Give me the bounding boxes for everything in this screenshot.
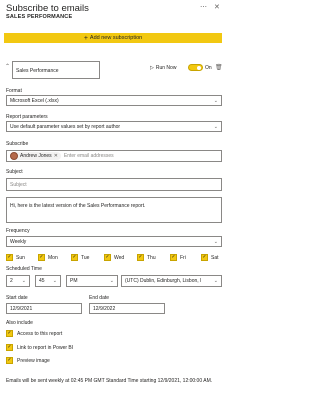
checkbox-checked-icon[interactable]: ✓ [201, 254, 208, 261]
chevron-up-icon[interactable]: ⌃ [5, 63, 10, 70]
subject-input[interactable]: Subject [6, 178, 222, 191]
ampm-value: PM [70, 278, 78, 284]
plus-icon: + [83, 34, 88, 42]
end-date-value: 12/9/2022 [93, 305, 116, 312]
subject-placeholder: Subject [10, 181, 27, 188]
chevron-down-icon: ⌄ [213, 278, 218, 284]
report-parameters-label: Report parameters [6, 114, 48, 120]
hour-select[interactable]: 2 ⌄ [6, 275, 30, 287]
schedule-summary: Emails will be sent weekly at 02:45 PM G… [6, 378, 213, 384]
run-now-label: Run Now [155, 65, 177, 71]
email-input-placeholder[interactable]: Enter email addresses [64, 153, 114, 159]
start-date-input[interactable]: 12/9/2021 [6, 303, 82, 314]
chevron-down-icon: ⌄ [213, 123, 218, 130]
avatar [10, 152, 18, 160]
day-label: Tue [81, 254, 90, 261]
format-value: Microsoft Excel (.xlsx) [10, 97, 59, 104]
chevron-down-icon: ⌄ [213, 97, 218, 104]
chevron-down-icon: ⌄ [213, 238, 218, 245]
timezone-select[interactable]: (UTC) Dublin, Edinburgh, Lisbon, l ⌄ [121, 275, 222, 287]
add-subscription-label: Add new subscription [89, 35, 143, 41]
day-label: Mon [48, 254, 58, 261]
day-label: Sat [211, 254, 219, 261]
toggle-label: On [205, 65, 212, 71]
subscription-toggle[interactable] [188, 64, 203, 71]
remove-recipient-icon[interactable]: ✕ [54, 153, 58, 159]
add-subscription-button[interactable]: + Add new subscription [4, 33, 222, 43]
chevron-down-icon: ⌄ [52, 278, 57, 284]
subject-label: Subject [6, 169, 23, 175]
option-link-report[interactable]: ✓ Link to report in Power BI [6, 344, 73, 351]
ellipsis-icon[interactable]: ⋯ [200, 3, 207, 11]
report-parameters-value: Use default parameter values set by repo… [10, 123, 121, 130]
ampm-select[interactable]: PM ⌄ [66, 275, 118, 287]
minute-select[interactable]: 45 ⌄ [35, 275, 61, 287]
timezone-value: (UTC) Dublin, Edinburgh, Lisbon, l [125, 278, 202, 284]
frequency-select[interactable]: Weekly ⌄ [6, 236, 222, 247]
subscribe-recipients-field[interactable]: Andrew Jones ✕ Enter email addresses [6, 150, 222, 162]
checkbox-checked-icon[interactable]: ✓ [38, 254, 45, 261]
report-parameters-select[interactable]: Use default parameter values set by repo… [6, 121, 222, 132]
minute-value: 45 [39, 278, 45, 284]
day-wed[interactable]: ✓ Wed [104, 254, 124, 261]
day-sun[interactable]: ✓ Sun [6, 254, 25, 261]
close-icon[interactable]: ✕ [214, 3, 220, 11]
day-tue[interactable]: ✓ Tue [71, 254, 89, 261]
day-thu[interactable]: ✓ Thu [137, 254, 156, 261]
checkbox-checked-icon[interactable]: ✓ [170, 254, 177, 261]
day-label: Fri [180, 254, 186, 261]
day-sat[interactable]: ✓ Sat [201, 254, 219, 261]
toggle-knob [197, 66, 201, 70]
subscribe-label: Subscribe [6, 141, 29, 147]
message-textarea[interactable]: Hi, here is the latest version of the Sa… [6, 197, 222, 223]
checkbox-checked-icon[interactable]: ✓ [137, 254, 144, 261]
hour-value: 2 [10, 278, 13, 284]
end-date-label: End date [89, 295, 110, 301]
option-label: Preview image [17, 357, 50, 364]
checkbox-checked-icon[interactable]: ✓ [6, 330, 13, 337]
start-date-label: Start date [6, 295, 28, 301]
day-label: Sun [16, 254, 25, 261]
checkbox-checked-icon[interactable]: ✓ [104, 254, 111, 261]
frequency-value: Weekly [10, 238, 27, 245]
day-label: Thu [147, 254, 156, 261]
option-label: Access to this report [17, 330, 63, 337]
end-date-input[interactable]: 12/9/2022 [89, 303, 165, 314]
also-include-label: Also include [6, 320, 33, 326]
chevron-down-icon: ⌄ [109, 278, 114, 284]
checkbox-checked-icon[interactable]: ✓ [71, 254, 78, 261]
checkbox-checked-icon[interactable]: ✓ [6, 254, 13, 261]
delete-icon[interactable]: 🗑 [215, 64, 223, 71]
frequency-label: Frequency [6, 228, 30, 234]
run-now-button[interactable]: ▷ Run Now [150, 65, 176, 71]
option-label: Link to report in Power BI [17, 344, 74, 351]
checkbox-checked-icon[interactable]: ✓ [6, 357, 13, 364]
format-label: Format [6, 88, 22, 94]
scheduled-time-label: Scheduled Time [6, 266, 42, 272]
play-icon: ▷ [150, 65, 154, 71]
start-date-value: 12/9/2021 [10, 305, 33, 312]
option-access-report[interactable]: ✓ Access to this report [6, 330, 62, 337]
panel-subtitle: SALES PERFORMANCE [6, 14, 73, 20]
day-label: Wed [114, 254, 125, 261]
panel-title: Subscribe to emails [6, 3, 89, 14]
option-preview-image[interactable]: ✓ Preview image [6, 357, 50, 364]
day-fri[interactable]: ✓ Fri [170, 254, 186, 261]
checkbox-checked-icon[interactable]: ✓ [6, 344, 13, 351]
day-mon[interactable]: ✓ Mon [38, 254, 58, 261]
message-text: Hi, here is the latest version of the Sa… [10, 203, 146, 209]
subscription-name-input[interactable]: Sales Performance [12, 61, 100, 79]
chevron-down-icon: ⌄ [21, 278, 26, 284]
recipient-chip: Andrew Jones ✕ [10, 152, 61, 160]
recipient-name: Andrew Jones [20, 153, 52, 159]
format-select[interactable]: Microsoft Excel (.xlsx) ⌄ [6, 95, 222, 106]
